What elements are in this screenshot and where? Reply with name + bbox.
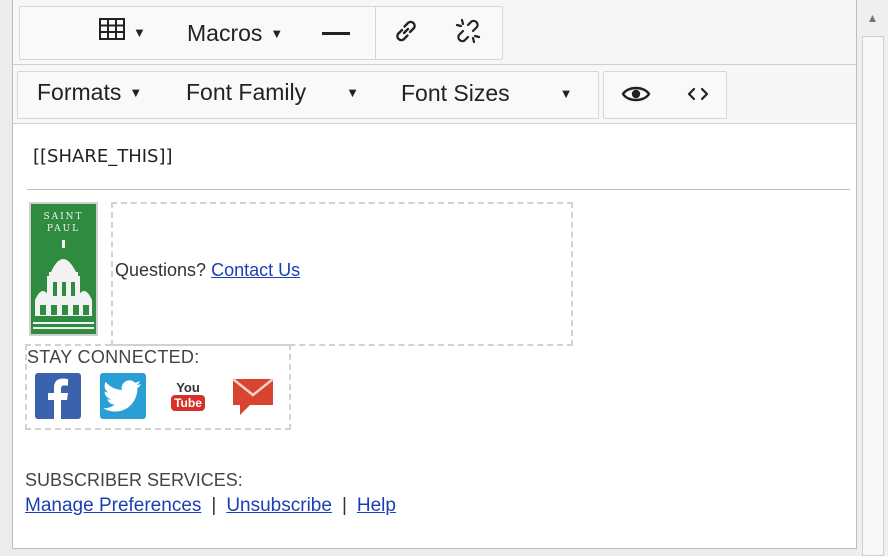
youtube-icon[interactable]: You Tube [165,373,211,419]
font-family-label: Font Family [186,79,307,105]
facebook-icon[interactable] [35,373,81,419]
email-icon[interactable] [230,373,276,419]
toolbar-row-1: ▼ Macros ▼ [13,0,856,65]
chevron-down-icon: ▼ [559,86,573,101]
chevron-down-icon: ▼ [270,26,284,41]
unlink-icon [453,16,483,52]
eye-icon [621,82,651,112]
editor-content[interactable]: [[SHARE_THIS]] SAINT PAUL Questions? Con… [13,124,856,548]
toolbar-row-2: Formats ▼ Font Family ▼ Font Sizes ▼ [13,65,856,124]
link-icon [391,16,421,52]
scroll-up-arrow-icon[interactable]: ▲ [857,0,888,36]
chevron-down-icon: ▼ [129,85,143,100]
font-sizes-dropdown[interactable]: Font Sizes ▼ [401,80,573,107]
logo-text-line1: SAINT [43,212,84,222]
formats-label: Formats [37,79,122,105]
chevron-down-icon: ▼ [346,85,360,100]
questions-line: Questions? Contact Us [115,260,300,281]
share-token: [[SHARE_THIS]] [33,146,173,167]
questions-text: Questions? [115,260,207,280]
editor: ▼ Macros ▼ Formats ▼ Font Family ▼ Font … [12,0,857,549]
youtube-text-top: You [176,380,200,395]
subscriber-links: Manage Preferences | Unsubscribe | Help [25,495,396,517]
source-code-icon [685,82,711,112]
twitter-icon[interactable] [100,373,146,419]
macros-dropdown[interactable]: Macros ▼ [187,20,283,47]
table-icon [99,18,125,46]
remove-link-button[interactable] [453,16,483,52]
link-separator: | [341,495,347,516]
help-link[interactable]: Help [357,495,396,516]
source-code-button[interactable] [685,82,711,112]
unsubscribe-link[interactable]: Unsubscribe [226,495,332,516]
chevron-down-icon: ▼ [133,24,146,40]
content-divider [27,189,850,190]
horizontal-rule-icon [321,22,351,49]
formats-dropdown[interactable]: Formats ▼ [37,79,142,106]
saint-paul-logo: SAINT PAUL [29,202,98,336]
logo-text-line2: PAUL [46,224,81,234]
font-sizes-label: Font Sizes [401,80,510,106]
vertical-scrollbar[interactable]: ▲ [857,0,888,556]
table-button[interactable]: ▼ [99,18,146,46]
link-separator: | [211,495,217,516]
contact-us-link[interactable]: Contact Us [211,260,300,280]
capitol-dome-icon [33,240,94,329]
insert-link-button[interactable] [391,16,421,52]
stay-connected-heading: STAY CONNECTED: [27,347,200,367]
macros-label: Macros [187,20,263,46]
subscriber-services-heading: SUBSCRIBER SERVICES: [25,470,243,490]
youtube-text-bottom: Tube [171,395,205,411]
scroll-thumb[interactable] [862,36,884,556]
horizontal-rule-button[interactable] [321,22,351,49]
font-family-dropdown[interactable]: Font Family ▼ [186,79,359,106]
preview-button[interactable] [621,82,651,112]
manage-preferences-link[interactable]: Manage Preferences [25,495,201,516]
